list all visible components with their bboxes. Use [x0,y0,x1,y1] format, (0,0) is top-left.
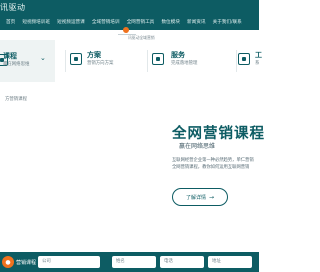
service-icon [152,53,164,65]
divider [236,50,237,72]
form-label: 营销课程 [16,260,37,266]
feature-subtitle: 完成落地管理 [171,61,198,66]
tool-icon [238,53,250,65]
plan-icon [70,53,82,65]
feature-subtitle: 营销方向方案 [87,61,114,66]
breadcrumb: 方营销课程 [5,97,27,102]
nav-item-short-video-ops[interactable]: 短视频运营课 [54,16,89,30]
feature-tabs: 课程 赢在网络思维 ⌄ 方案 营销方向方案 服务 完成落地管理 工 系 [0,40,262,82]
learn-more-label: 了解详情 [185,194,206,201]
feature-tab-tools[interactable]: 工 系 [238,40,262,82]
company-field[interactable]: 公司 [38,256,100,268]
main-nav: 首页 短视频培训班 短视频运营课 全域营销培训 全网营销工具 数位模块 新闻资讯… [0,16,259,30]
address-field[interactable]: 地址 [208,256,252,268]
learn-more-button[interactable]: 了解详情 → [172,188,228,206]
hero-subtitle: 赢在网络思维 [179,143,216,150]
nav-item-home[interactable]: 首页 [0,16,19,30]
feature-title: 服务 [171,51,185,59]
feature-tab-service[interactable]: 服务 完成落地管理 [152,40,222,82]
divider [65,50,66,72]
hero-desc-line: 互联网经营企业第一种必然趋势，单仁营销 [172,158,254,163]
chevron-down-icon: ⌄ [40,54,46,62]
nav-item-all-domain-marketing[interactable]: 全域营销培训 [88,16,123,30]
divider [147,50,148,72]
nav-item-short-video-class[interactable]: 短视频培训班 [19,16,54,30]
hero-desc-line: 全网营销课程，教你如何运用互联网营销 [172,165,250,170]
phone-field[interactable]: 电话 [160,256,204,268]
slider-indicator[interactable] [123,27,129,33]
feature-title: 工 [255,51,262,59]
feature-title: 课程 [3,52,17,60]
hero-description: 互联网经营企业第一种必然趋势，单仁营销 全网营销课程，教你如何运用互联网营销 [172,157,254,171]
feature-title: 方案 [87,51,101,59]
nav-item-news[interactable]: 新闻资讯 [183,16,209,30]
nav-item-about[interactable]: 关于我们/联系 [209,16,245,30]
feature-subtitle: 系 [255,61,260,66]
site-logo[interactable]: 讯驱动 [0,2,26,13]
feature-tab-plan[interactable]: 方案 营销方向方案 [70,40,140,82]
feature-subtitle: 赢在网络思维 [3,62,30,67]
feature-tab-course[interactable]: 课程 赢在网络思维 ⌄ [0,40,55,82]
name-field[interactable]: 姓名 [112,256,156,268]
nav-item-modules[interactable]: 数位模块 [158,16,184,30]
arrow-right-icon: → [208,193,215,201]
course-badge-icon: ● [2,256,14,268]
hero-title: 全网营销课程 [172,126,265,142]
